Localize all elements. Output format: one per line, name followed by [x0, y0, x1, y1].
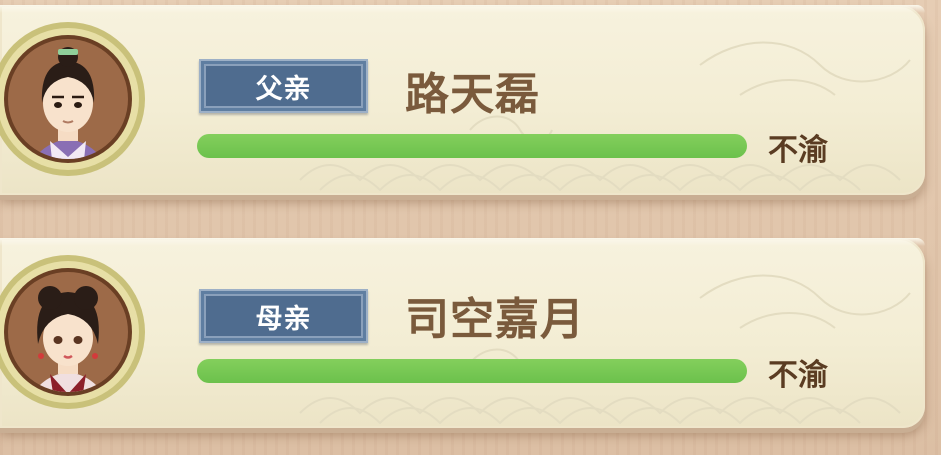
role-badge: 父亲 — [199, 59, 368, 113]
relative-name: 司空嘉月 — [405, 294, 585, 345]
father-portrait-icon — [0, 22, 145, 176]
role-badge: 母亲 — [199, 289, 368, 343]
relation-bar — [197, 359, 747, 383]
relative-card-father[interactable]: 父亲 路天磊 不渝 — [0, 5, 935, 197]
relation-bar-fill — [197, 134, 747, 158]
mother-portrait-icon — [0, 255, 145, 409]
relation-bar — [197, 134, 747, 158]
relation-bar-fill — [197, 359, 747, 383]
relation-status: 不渝 — [768, 133, 828, 168]
relative-name: 路天磊 — [405, 69, 540, 120]
relation-status: 不渝 — [768, 358, 828, 393]
